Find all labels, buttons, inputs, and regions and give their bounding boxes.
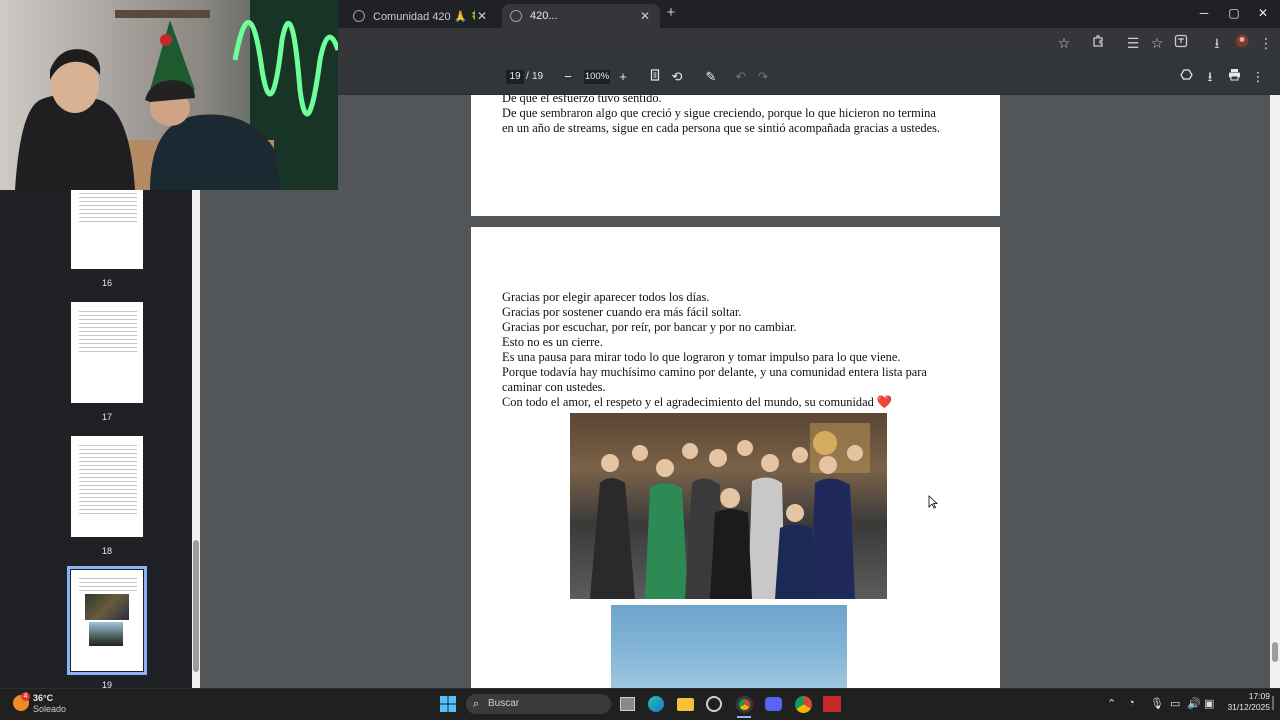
obs-icon[interactable] [706, 696, 722, 712]
discord-icon[interactable] [765, 697, 782, 711]
page-thumbnail-17[interactable] [71, 302, 143, 403]
download-icon[interactable]: ⭳ [1207, 33, 1227, 53]
translate-icon[interactable] [1171, 33, 1191, 53]
windows-start-icon[interactable] [440, 696, 456, 712]
page-separator: / [526, 71, 529, 82]
profile-avatar[interactable] [1232, 33, 1252, 53]
tray-app-icon[interactable]: ◔ [1128, 697, 1135, 709]
close-tab-icon[interactable]: ✕ [475, 9, 489, 23]
drive-save-icon[interactable] [1177, 68, 1195, 86]
active-indicator [737, 716, 751, 718]
page-text-line: Porque todavía hay muchísimo camino por … [502, 365, 927, 379]
globe-icon [510, 10, 522, 22]
total-pages: 19 [532, 71, 544, 82]
taskbar-search[interactable]: ⌕ Buscar [466, 694, 611, 714]
group-photo [570, 413, 887, 599]
windows-taskbar [0, 688, 1280, 720]
menu-icon[interactable]: ⋮ [1256, 33, 1276, 53]
mouse-cursor-icon [928, 495, 939, 509]
edge-icon[interactable] [648, 696, 664, 712]
zoom-level[interactable]: 100% [584, 70, 610, 84]
sky-photo [611, 605, 847, 688]
page-text-line: De que sembraron algo que creció y sigue… [502, 106, 936, 120]
page-text-line: Con todo el amor, el respeto y el agrade… [502, 395, 893, 409]
rotate-icon[interactable]: ⟲ [668, 68, 686, 86]
close-tab-icon[interactable]: ✕ [638, 9, 652, 23]
more-options-icon[interactable]: ⋮ [1249, 68, 1267, 86]
taskbar-clock[interactable]: 17:09 31/12/2025 [1227, 691, 1270, 713]
print-icon[interactable] [1225, 68, 1243, 86]
battery-icon[interactable]: ▣ [1204, 697, 1214, 710]
page-text-line: caminar con ustedes. [502, 380, 606, 394]
chrome-profile-icon[interactable] [795, 696, 812, 713]
page-thumbnail-19[interactable] [67, 566, 147, 675]
sidebar-scroll-thumb[interactable] [193, 540, 199, 672]
search-placeholder: Buscar [488, 698, 520, 709]
page-text-line: Gracias por sostener cuando era más fáci… [502, 305, 742, 319]
new-tab-button[interactable]: + [664, 5, 678, 20]
thumbnail-label: 17 [101, 412, 112, 422]
app-icon[interactable] [823, 696, 841, 712]
page-text-line: De que el esfuerzo tuvo sentido. [502, 95, 662, 105]
pdf-page-18: De que el esfuerzo tuvo sentido. De que … [471, 95, 1000, 216]
clock-date: 31/12/2025 [1227, 702, 1270, 712]
thumbnail-label: 16 [101, 278, 112, 288]
page-thumbnail-18[interactable] [71, 436, 143, 537]
file-explorer-icon[interactable] [677, 698, 694, 711]
page-number-input[interactable]: 19 [506, 70, 524, 84]
microphone-icon[interactable]: 🎙 [1150, 697, 1164, 710]
undo-icon[interactable]: ↶ [732, 68, 750, 86]
search-icon: ⌕ [473, 698, 480, 710]
network-icon[interactable]: ▭ [1170, 697, 1180, 710]
redo-icon[interactable]: ↷ [754, 68, 772, 86]
weather-badge: 4 [21, 692, 30, 701]
page-text-line: Es una pausa para mirar todo lo que logr… [502, 350, 901, 364]
close-window-button[interactable]: ✕ [1253, 6, 1273, 20]
viewer-scrollbar[interactable] [1270, 95, 1280, 688]
weather-desc[interactable]: Soleado [33, 704, 66, 714]
thumbnail-photo [89, 622, 123, 646]
bookmark-star-icon[interactable]: ☆ [1054, 33, 1074, 53]
tab-active-pdf[interactable]: 420... ✕ [502, 4, 660, 28]
zoom-out-icon[interactable]: − [559, 68, 577, 86]
thumbnail-photo [85, 594, 129, 620]
tab-title: Comunidad 420 🙏 🍀 [373, 10, 475, 23]
page-text-line: Esto no es un cierre. [502, 335, 603, 349]
fit-page-icon[interactable] [646, 68, 664, 86]
pdf-page-19: Gracias por elegir aparecer todos los dí… [471, 227, 1000, 688]
webcam-overlay [0, 0, 338, 190]
maximize-button[interactable]: ▢ [1224, 6, 1244, 20]
weather-temp[interactable]: 36°C [33, 693, 53, 703]
pdf-viewer[interactable]: De que el esfuerzo tuvo sentido. De que … [200, 95, 1270, 688]
zoom-in-icon[interactable]: + [614, 68, 632, 86]
thumbnail-label: 18 [101, 546, 112, 556]
volume-icon[interactable]: 🔊 [1187, 697, 1201, 710]
download-pdf-icon[interactable]: ⭳ [1201, 68, 1219, 86]
tab-title: 420... [530, 10, 558, 22]
chrome-icon[interactable] [736, 696, 753, 713]
page-thumbnail-16[interactable] [71, 190, 143, 269]
favorites-icon[interactable]: ☆ [1147, 33, 1167, 53]
show-desktop-button[interactable] [1272, 696, 1274, 710]
clock-time: 17:09 [1248, 691, 1270, 701]
page-text-line: Gracias por elegir aparecer todos los dí… [502, 290, 710, 304]
minimize-button[interactable]: ─ [1194, 6, 1214, 20]
globe-icon [353, 10, 365, 22]
tab-comunidad[interactable]: Comunidad 420 🙏 🍀 ✕ [345, 4, 497, 28]
show-hidden-icons[interactable]: ⌃ [1107, 697, 1116, 710]
page-text-line: Gracias por escuchar, por reír, por banc… [502, 320, 797, 334]
task-view-icon[interactable] [620, 697, 635, 711]
extensions-icon[interactable] [1088, 33, 1108, 53]
reading-mode-icon[interactable]: ☰ [1123, 33, 1143, 53]
annotate-icon[interactable]: ✎ [702, 68, 720, 86]
viewer-scroll-thumb[interactable] [1272, 642, 1278, 662]
page-text-line: en un año de streams, sigue en cada pers… [502, 121, 940, 135]
